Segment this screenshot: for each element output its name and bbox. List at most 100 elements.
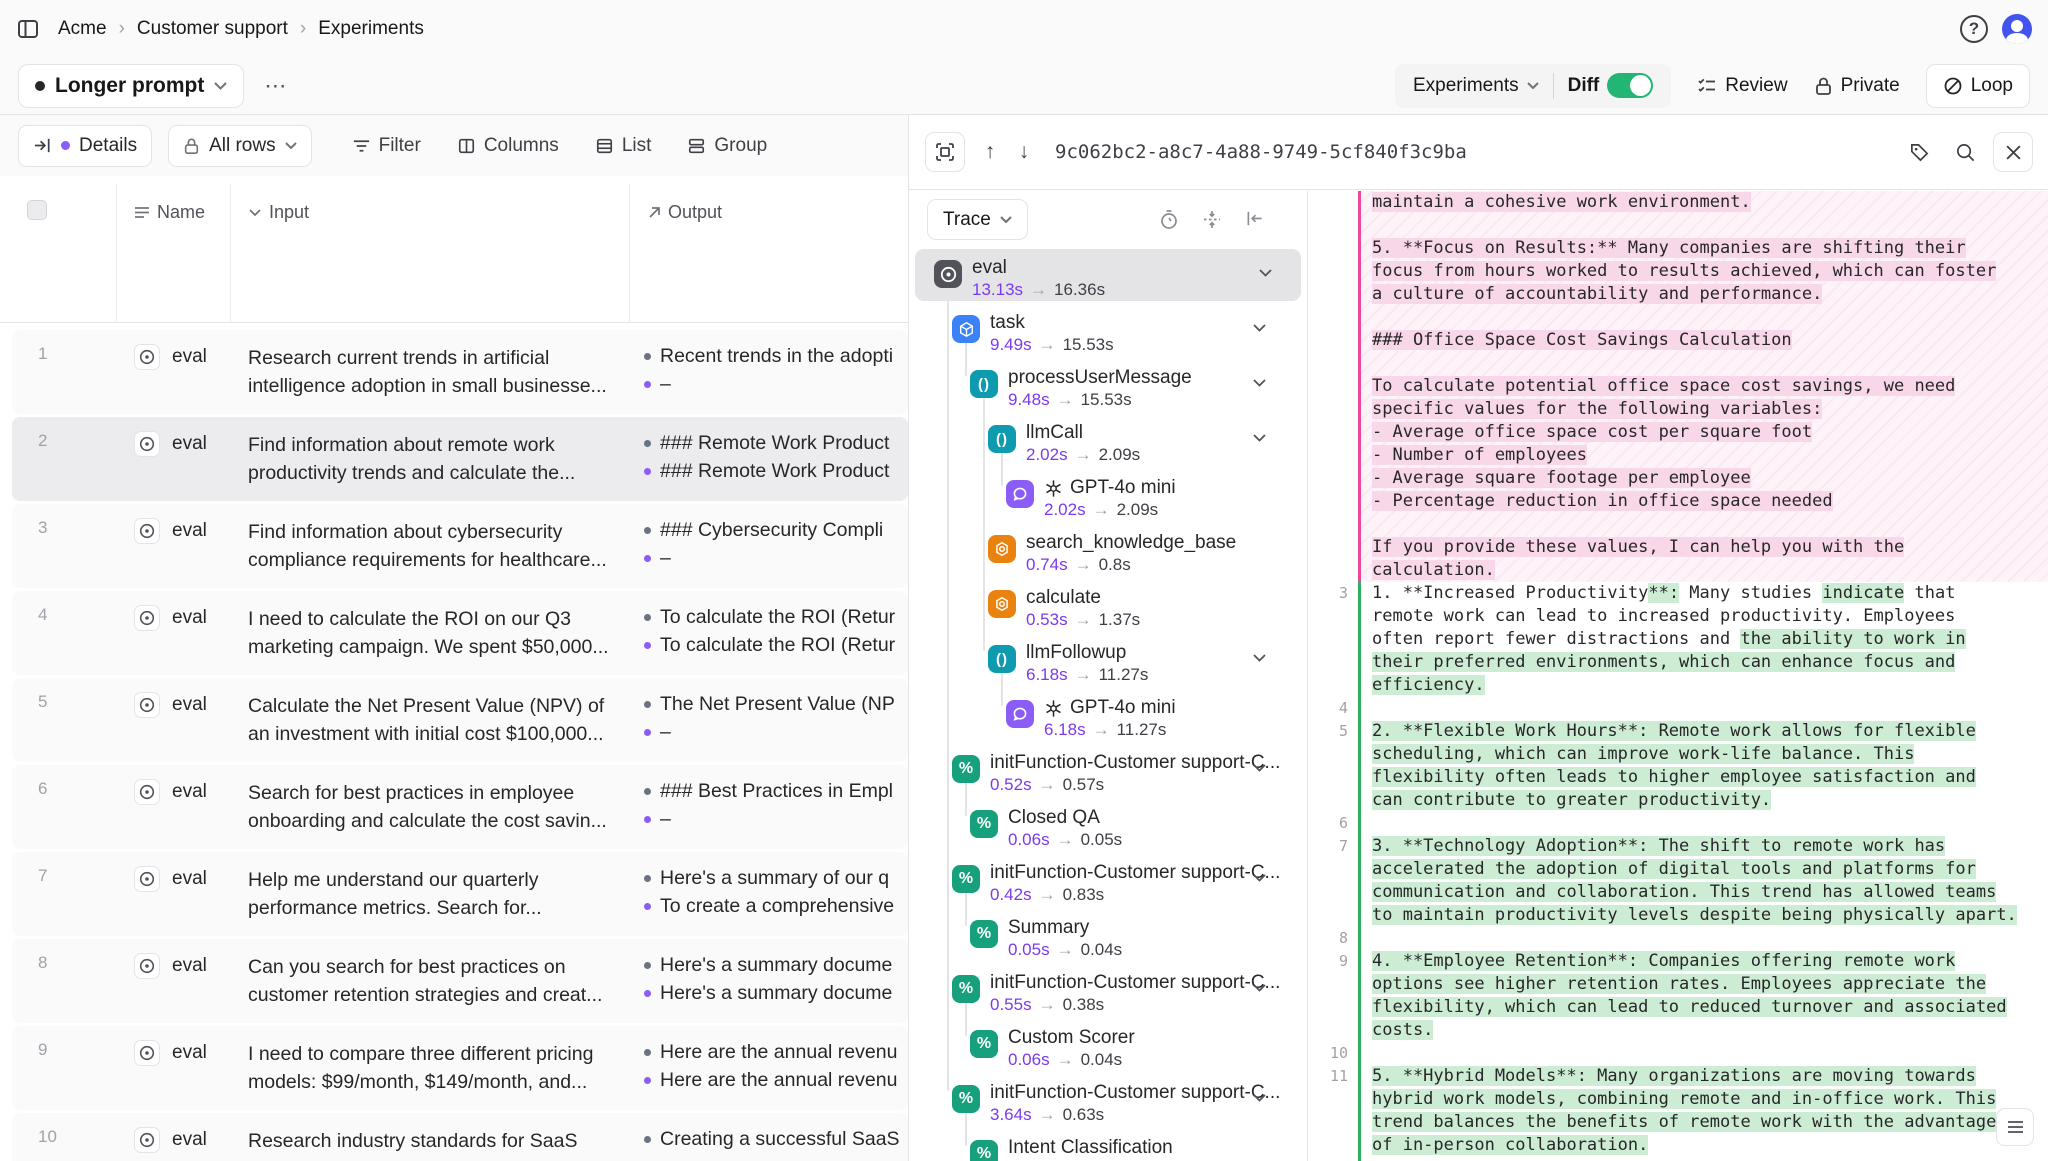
span-durations: 2.02s→2.09s: [1044, 500, 1158, 520]
diff-removed-line: - Average office space cost per square f…: [1372, 421, 1812, 444]
collapse-vertical-icon[interactable]: [1202, 209, 1222, 230]
span-name: Closed QA: [1008, 807, 1100, 829]
trace-span-row[interactable]: %Custom Scorer0.06s→0.04s: [909, 1019, 1307, 1071]
outline-button[interactable]: [1996, 1108, 2034, 1146]
table-row[interactable]: 1evalResearch current trends in artifici…: [12, 330, 908, 414]
trace-span-row[interactable]: %initFunction-Customer support-C...0.42s…: [909, 854, 1307, 906]
eval-icon: [134, 953, 160, 979]
diff-line-number: 4: [1308, 697, 1348, 720]
trace-span-row[interactable]: ()processUserMessage9.48s→15.53s: [909, 359, 1307, 411]
diff-added-line: trend balances the benefits of remote wo…: [1372, 1111, 1996, 1134]
more-options-button[interactable]: ⋯: [264, 73, 288, 99]
chevron-down-icon[interactable]: [1259, 269, 1272, 277]
trace-span-row[interactable]: search_knowledge_base0.74s→0.8s: [909, 524, 1307, 576]
select-all-checkbox[interactable]: [27, 200, 47, 220]
filter-button[interactable]: Filter: [342, 135, 431, 157]
loop-button[interactable]: Loop: [1926, 64, 2030, 108]
table-row[interactable]: 3evalFind information about cybersecurit…: [12, 504, 908, 588]
chevron-down-icon[interactable]: [1253, 654, 1266, 662]
trace-span-row[interactable]: %Intent Classification: [909, 1129, 1307, 1161]
span-end-time: 0.05s: [1081, 830, 1123, 849]
chevron-down-icon[interactable]: [1253, 874, 1266, 882]
row-number: 2: [38, 431, 47, 451]
span-duration: 6.18s: [1044, 720, 1086, 739]
breadcrumb-acme[interactable]: Acme: [58, 18, 107, 40]
help-icon[interactable]: ?: [1960, 15, 1988, 43]
next-row-icon[interactable]: ↓: [1007, 135, 1041, 169]
collapse-left-icon[interactable]: [1245, 209, 1265, 228]
private-button[interactable]: Private: [1814, 75, 1900, 97]
llm-span-icon: [1006, 480, 1034, 508]
span-duration: 9.49s: [990, 335, 1032, 354]
experiment-title-button[interactable]: Longer prompt: [18, 64, 244, 108]
trace-span-row[interactable]: %initFunction-Customer support-C...0.55s…: [909, 964, 1307, 1016]
span-name: task: [990, 312, 1025, 334]
trace-span-row[interactable]: %Closed QA0.06s→0.05s: [909, 799, 1307, 851]
avatar[interactable]: [2002, 14, 2032, 44]
group-button[interactable]: Group: [677, 135, 777, 157]
all-rows-dropdown[interactable]: All rows: [168, 125, 312, 167]
row-output-line: The Net Present Value (NP: [644, 690, 908, 718]
review-button[interactable]: Review: [1697, 75, 1787, 97]
list-button[interactable]: List: [585, 135, 662, 157]
expand-icon[interactable]: [925, 132, 965, 172]
trace-span-row[interactable]: task9.49s→15.53s: [909, 304, 1307, 356]
chevron-down-icon[interactable]: [1253, 324, 1266, 332]
fn-span-icon: (): [988, 425, 1016, 453]
row-input-line: onboarding and calculate the cost savin.…: [248, 807, 628, 835]
view-switcher[interactable]: Experiments: [1399, 75, 1553, 97]
tag-icon[interactable]: [1901, 134, 1937, 170]
chevron-down-icon[interactable]: [1253, 764, 1266, 772]
row-output-line: To create a comprehensive: [644, 892, 908, 920]
eval-icon: [134, 605, 160, 631]
scorer-span-icon: %: [970, 920, 998, 948]
chevron-down-icon[interactable]: [1253, 434, 1266, 442]
table-row[interactable]: 9evalI need to compare three different p…: [12, 1026, 908, 1110]
table-row[interactable]: 2evalFind information about remote workp…: [12, 417, 908, 501]
arrow-right-icon: →: [1050, 940, 1081, 959]
trace-span-row[interactable]: eval13.13s→16.36s: [915, 249, 1301, 301]
table-row[interactable]: 8evalCan you search for best practices o…: [12, 939, 908, 1023]
breadcrumb-project[interactable]: Customer support: [137, 18, 288, 40]
breadcrumb-experiments[interactable]: Experiments: [318, 18, 424, 40]
arrow-right-icon: →: [1050, 830, 1081, 849]
output-bullet: [644, 440, 651, 447]
table-row[interactable]: 10evalResearch industry standards for Sa…: [12, 1113, 908, 1161]
trace-span-row[interactable]: calculate0.53s→1.37s: [909, 579, 1307, 631]
trace-view-dropdown[interactable]: Trace: [927, 199, 1028, 240]
search-icon[interactable]: [1947, 134, 1983, 170]
span-end-time: 0.38s: [1063, 995, 1105, 1014]
column-header-output[interactable]: Output: [648, 202, 722, 223]
span-duration: 0.55s: [990, 995, 1032, 1014]
table-row[interactable]: 6evalSearch for best practices in employ…: [12, 765, 908, 849]
sidebar-toggle-icon[interactable]: [16, 17, 40, 41]
trace-span-row[interactable]: %initFunction-Customer support-C...0.52s…: [909, 744, 1307, 796]
diff-added-line: to maintain productivity levels despite …: [1372, 904, 2017, 927]
column-header-name[interactable]: Name: [134, 202, 205, 223]
span-duration: 2.02s: [1026, 445, 1068, 464]
row-input: Help me understand our quarterlyperforma…: [248, 866, 628, 922]
trace-span-row[interactable]: ()llmCall2.02s→2.09s: [909, 414, 1307, 466]
span-duration: 13.13s: [972, 280, 1023, 299]
trace-span-row[interactable]: ()llmFollowup6.18s→11.27s: [909, 634, 1307, 686]
columns-button[interactable]: Columns: [447, 135, 569, 157]
previous-row-icon[interactable]: ↑: [973, 135, 1007, 169]
diff-toggle[interactable]: [1607, 73, 1653, 98]
trace-span-row[interactable]: %initFunction-Customer support-C...3.64s…: [909, 1074, 1307, 1126]
table-row[interactable]: 5evalCalculate the Net Present Value (NP…: [12, 678, 908, 762]
chevron-down-icon[interactable]: [1253, 1094, 1266, 1102]
close-icon[interactable]: [1993, 132, 2033, 172]
chevron-down-icon[interactable]: [1253, 379, 1266, 387]
row-output-line: Here's a summary docume: [644, 951, 908, 979]
span-end-time: 2.09s: [1099, 445, 1141, 464]
table-row[interactable]: 4evalI need to calculate the ROI on our …: [12, 591, 908, 675]
trace-span-row[interactable]: %Summary0.05s→0.04s: [909, 909, 1307, 961]
timer-icon[interactable]: [1159, 209, 1179, 230]
span-end-time: 2.09s: [1117, 500, 1159, 519]
column-header-input[interactable]: Input: [248, 202, 309, 223]
trace-span-row[interactable]: GPT-4o mini2.02s→2.09s: [909, 469, 1307, 521]
trace-span-row[interactable]: GPT-4o mini6.18s→11.27s: [909, 689, 1307, 741]
details-button[interactable]: Details: [18, 125, 152, 167]
chevron-down-icon[interactable]: [1253, 984, 1266, 992]
table-row[interactable]: 7evalHelp me understand our quarterlyper…: [12, 852, 908, 936]
